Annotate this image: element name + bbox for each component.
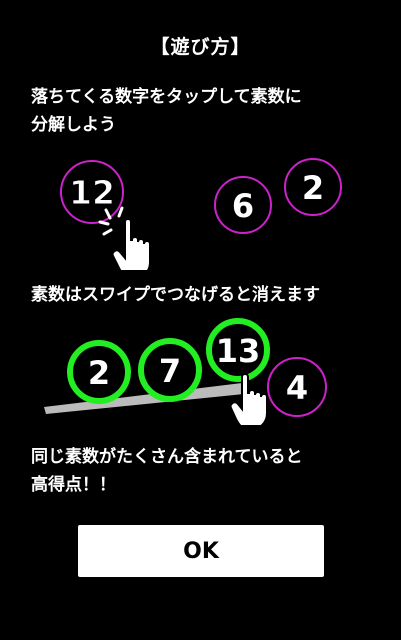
number-12: 12: [69, 173, 115, 212]
instruction-swipe: 素数はスワイプでつなげると消えます: [31, 285, 320, 305]
number-bubble-12: 12: [60, 160, 124, 224]
tap-illustration: 12 6 2: [60, 158, 342, 270]
dialog-title: 【遊び方】: [150, 36, 251, 58]
number-bubble-2: 2: [284, 158, 342, 216]
number-7: 7: [159, 352, 181, 390]
ok-button[interactable]: OK: [78, 525, 324, 577]
swipe-illustration: 2 7 13 4: [44, 318, 327, 425]
number-6: 6: [232, 187, 254, 225]
number-bubble-13-selected: 13: [206, 318, 270, 382]
ok-button-label: OK: [183, 538, 219, 564]
number-bubble-4: 4: [267, 357, 327, 417]
number-bubble-2-selected: 2: [67, 340, 131, 404]
instruction-tap: 落ちてくる数字をタップして素数に 分解しよう: [31, 87, 302, 135]
number-2: 2: [88, 354, 110, 392]
number-4: 4: [286, 369, 308, 407]
instruction-score: 同じ素数がたくさん含まれていると 高得点！！: [31, 447, 303, 495]
number-13: 13: [216, 332, 261, 370]
tapping-hand-icon: [111, 218, 151, 270]
number-2: 2: [302, 169, 324, 207]
number-bubble-7-selected: 7: [138, 338, 202, 402]
number-bubble-6: 6: [214, 176, 272, 234]
